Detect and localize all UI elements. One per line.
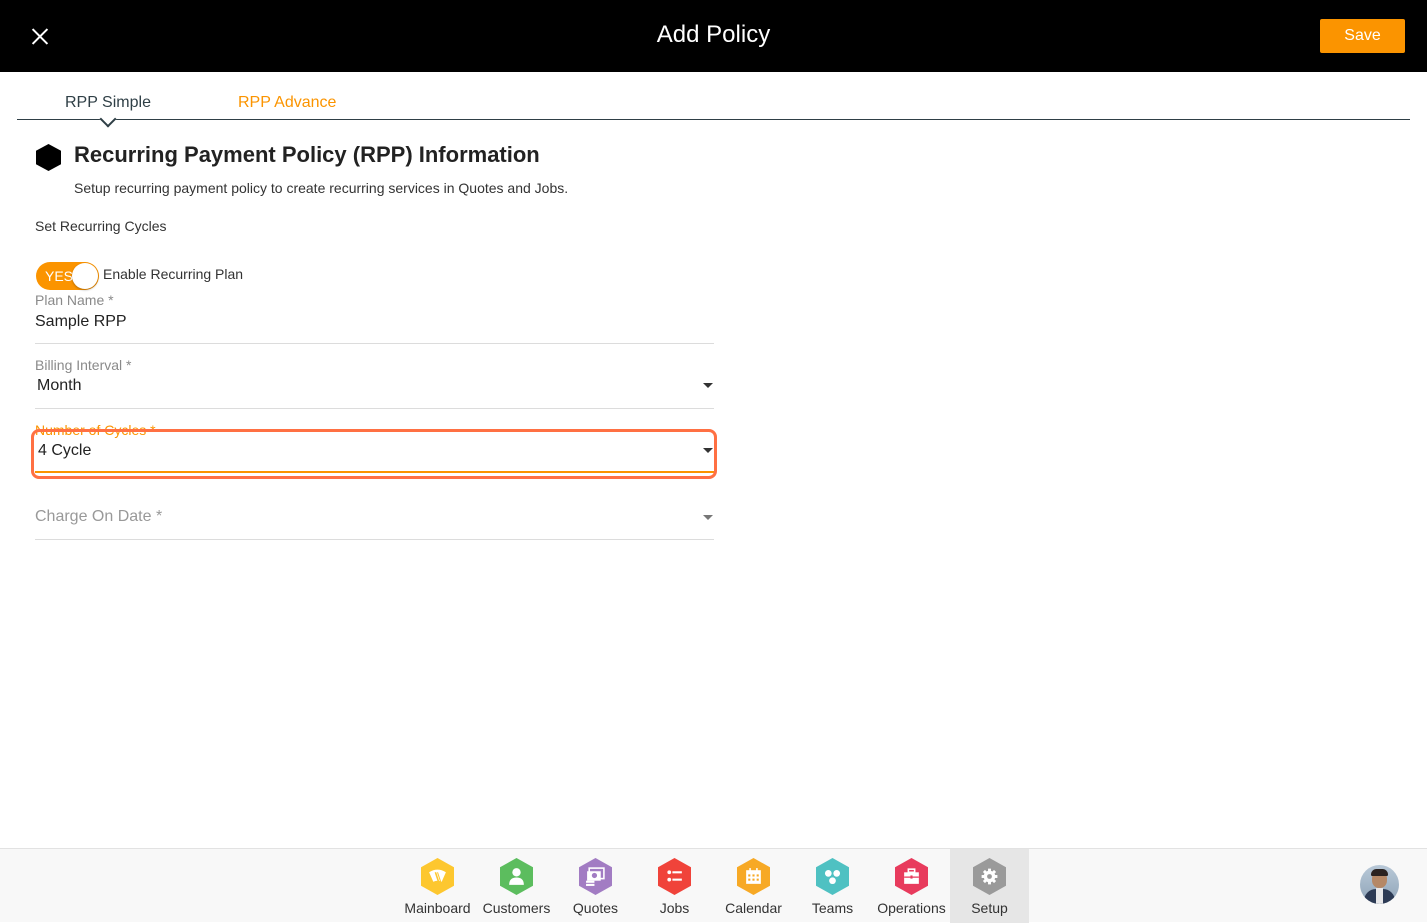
plan-name-field[interactable]: Plan Name * Sample RPP [35,290,714,344]
plan-name-label: Plan Name * [35,292,114,308]
active-tab-indicator [99,110,117,128]
page-title: Add Policy [656,21,771,48]
nav-mainboard[interactable]: Mainboard [398,849,477,923]
briefcase-icon [895,858,928,895]
chevron-down-icon[interactable] [703,448,713,453]
team-icon [816,858,849,895]
calendar-icon [737,858,770,895]
nav-setup[interactable]: Setup [950,849,1029,923]
tab-rpp-simple[interactable]: RPP Simple [65,94,151,112]
toggle-label: Enable Recurring Plan [103,266,244,282]
billing-interval-select[interactable]: Billing Interval * Month [35,355,714,409]
tab-bar: RPP Simple RPP Advance [17,88,1410,128]
charge-on-date-select[interactable]: Charge On Date * [35,500,714,540]
nav-customers[interactable]: Customers [477,849,556,923]
bottom-nav: Mainboard Customers Quotes Jobs Calendar… [0,848,1427,923]
chevron-down-icon[interactable] [703,515,713,520]
nav-teams[interactable]: Teams [793,849,872,923]
user-icon [500,858,533,895]
section-title: Recurring Payment Policy (RPP) Informati… [74,142,540,167]
money-icon [579,858,612,895]
number-of-cycles-select[interactable]: Number of Cycles * 4 Cycle [35,420,714,473]
billing-interval-label: Billing Interval * [35,357,132,373]
toggle-state-label: YES [45,268,74,284]
chevron-down-icon[interactable] [703,383,713,388]
user-avatar[interactable] [1360,865,1399,904]
gear-icon [973,858,1006,895]
recurring-cycles-heading: Set Recurring Cycles [35,218,167,234]
toggle-knob [72,263,98,289]
nav-quotes[interactable]: Quotes [556,849,635,923]
number-of-cycles-value: 4 Cycle [38,442,92,459]
tab-rpp-advance[interactable]: RPP Advance [238,94,336,112]
nav-label: Setup [971,900,1008,916]
charge-on-date-label: Charge On Date * [35,508,163,525]
save-button[interactable]: Save [1320,19,1405,53]
nav-jobs[interactable]: Jobs [635,849,714,923]
list-icon [658,858,691,895]
plan-name-input[interactable]: Sample RPP [35,313,127,331]
enable-recurring-toggle[interactable]: YES [36,262,99,290]
section-subtitle: Setup recurring payment policy to create… [74,180,569,196]
top-bar: Add Policy Save [0,0,1427,72]
nav-calendar[interactable]: Calendar [714,849,793,923]
number-of-cycles-label: Number of Cycles * [35,422,156,438]
windshield-icon [421,858,454,895]
hexagon-icon [36,144,61,171]
billing-interval-value: Month [37,377,82,394]
